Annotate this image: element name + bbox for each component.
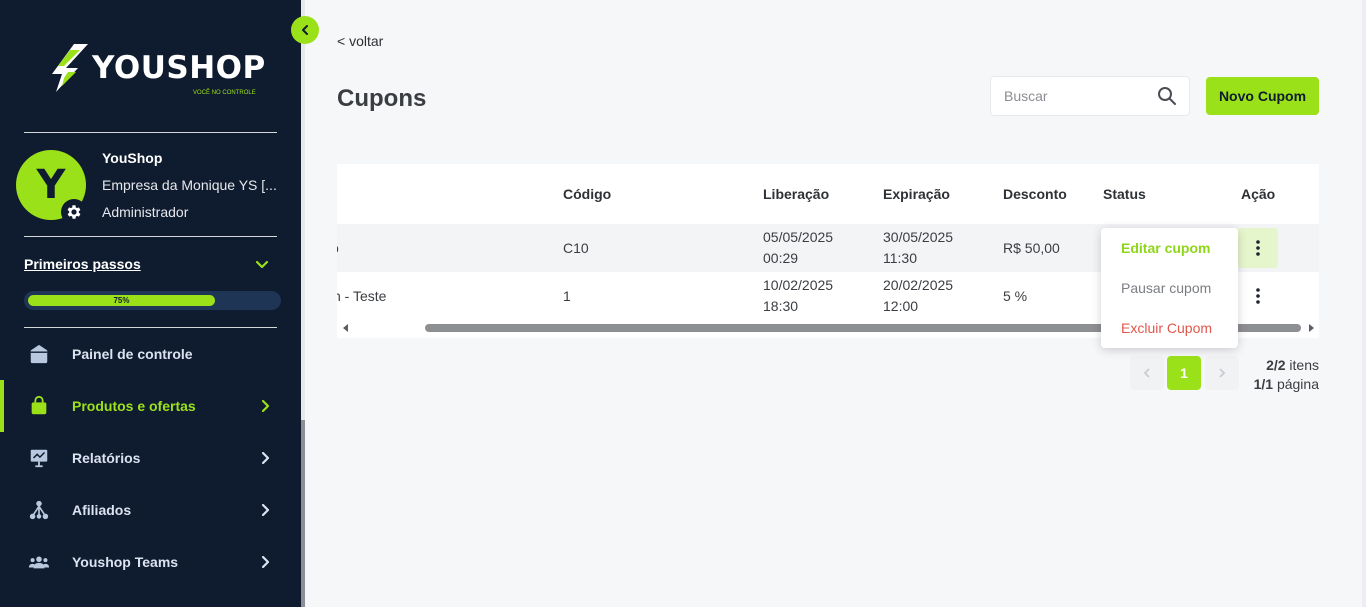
chevron-down-icon[interactable] (254, 257, 270, 273)
pagination-page-button[interactable]: 1 (1167, 356, 1201, 390)
release-date: 10/02/2025 (763, 277, 834, 293)
sidebar-item-afiliados[interactable]: Afiliados (0, 484, 301, 536)
row-actions-menu: Editar cupom Pausar cupom Excluir Cupom (1101, 228, 1238, 348)
sidebar-item-youshop-teams[interactable]: Youshop Teams (0, 536, 301, 588)
pages-count-line: 1/1 página (1254, 375, 1319, 394)
expiration-time: 11:30 (883, 250, 917, 266)
active-indicator (0, 380, 4, 432)
sidebar-item-relatorios[interactable]: Relatórios (0, 432, 301, 484)
pagination-prev-button[interactable] (1130, 356, 1164, 390)
divider (24, 236, 277, 237)
column-header-status[interactable]: Status (1103, 186, 1146, 202)
pages-count: 1/1 (1253, 376, 1274, 392)
more-vertical-icon (1256, 240, 1260, 256)
search-box (990, 76, 1190, 116)
release-time: 00:29 (763, 250, 799, 266)
sidebar-item-label: Relatórios (72, 450, 141, 466)
delete-coupon-menu-item[interactable]: Excluir Cupom (1121, 320, 1212, 336)
logo-text: YOUSHOP (92, 50, 266, 86)
progress-fill: 75% (28, 295, 215, 306)
progress-label: 75% (113, 296, 130, 305)
youshop-logo-mark-icon (52, 44, 88, 92)
discount-cell: R$ 50,00 (1003, 240, 1060, 256)
team-icon (27, 550, 51, 574)
expiration-time: 12:00 (883, 298, 919, 314)
sidebar-scrollbar-thumb[interactable] (301, 420, 305, 607)
items-count-line: 2/2 itens (1254, 356, 1319, 375)
chevron-right-icon (261, 399, 270, 413)
collapse-sidebar-button[interactable] (291, 16, 319, 44)
release-time: 18:30 (763, 298, 799, 314)
expiration-cell: 20/02/2025 12:00 (883, 275, 953, 317)
chevron-right-icon (261, 451, 270, 465)
affiliates-network-icon (27, 498, 51, 522)
chevron-left-icon (302, 25, 308, 35)
back-link[interactable]: < voltar (337, 33, 383, 49)
coupon-code-cell: C10 (563, 240, 589, 256)
pause-coupon-menu-item[interactable]: Pausar cupom (1121, 280, 1211, 296)
sidebar-item-label: Painel de controle (72, 346, 193, 362)
scroll-right-arrow-icon[interactable] (1306, 323, 1316, 333)
first-steps-toggle[interactable]: Primeiros passos (24, 256, 141, 272)
search-icon[interactable] (1157, 86, 1177, 106)
sidebar-item-label: Afiliados (72, 502, 132, 518)
items-label: itens (1285, 357, 1319, 373)
column-header-codigo[interactable]: Código (563, 186, 611, 202)
first-steps-progress: 75% (24, 291, 281, 310)
sidebar-item-produtos-e-ofertas[interactable]: Produtos e ofertas (0, 380, 301, 432)
avatar[interactable]: Y (16, 150, 87, 225)
coupon-name-cell: n - Teste (337, 288, 387, 304)
settings-gear-icon[interactable] (61, 199, 87, 225)
chevron-right-icon (261, 503, 270, 517)
release-date: 05/05/2025 (763, 229, 834, 245)
expiration-date: 20/02/2025 (883, 277, 954, 293)
items-count: 2/2 (1266, 357, 1286, 373)
youshop-logo[interactable]: YOUSHOP VOCÊ NO CONTROLE (48, 42, 266, 96)
pagination-info: 2/2 itens 1/1 página (1254, 356, 1319, 394)
shopping-bag-icon (27, 394, 51, 418)
dashboard-icon (27, 342, 51, 366)
discount-cell: 5 % (1003, 288, 1028, 304)
user-role: Administrador (102, 204, 189, 220)
chevron-left-icon (1143, 368, 1150, 378)
row-actions-button[interactable] (1238, 276, 1278, 316)
column-header-desconto[interactable]: Desconto (1003, 186, 1067, 202)
column-header-liberacao[interactable]: Liberação (763, 186, 829, 202)
pagination-next-button[interactable] (1205, 356, 1239, 390)
new-coupon-button[interactable]: Novo Cupom (1206, 77, 1319, 115)
edit-coupon-menu-item[interactable]: Editar cupom (1121, 240, 1210, 256)
logo-tagline: VOCÊ NO CONTROLE (193, 90, 256, 96)
page-scrollbar[interactable] (1362, 0, 1366, 607)
chevron-right-icon (1219, 368, 1226, 378)
pages-label: página (1273, 376, 1319, 392)
chevron-right-icon (261, 555, 270, 569)
sidebar: YOUSHOP VOCÊ NO CONTROLE Y YouShop Empre… (0, 0, 301, 607)
expiration-date: 30/05/2025 (883, 229, 954, 245)
release-cell: 10/02/2025 18:30 (763, 275, 833, 317)
divider (24, 132, 277, 133)
user-name: YouShop (102, 150, 163, 166)
gear-icon (67, 205, 81, 219)
scroll-left-arrow-icon[interactable] (341, 323, 351, 333)
release-cell: 05/05/2025 00:29 (763, 227, 833, 269)
column-header-expiracao[interactable]: Expiração (883, 186, 950, 202)
page-title: Cupons (337, 85, 427, 112)
user-company: Empresa da Monique YS [... (102, 177, 277, 193)
avatar-initial: Y (36, 162, 66, 208)
sidebar-item-label: Youshop Teams (72, 554, 179, 570)
expiration-cell: 30/05/2025 11:30 (883, 227, 953, 269)
coupon-code-cell: 1 (563, 288, 571, 304)
sidebar-item-painel-de-controle[interactable]: Painel de controle (0, 328, 301, 380)
report-board-icon (27, 446, 51, 470)
column-header-acao: Ação (1241, 186, 1276, 202)
coupon-name-cell: o (337, 238, 339, 259)
more-vertical-icon (1256, 288, 1260, 304)
sidebar-item-label: Produtos e ofertas (72, 398, 196, 414)
search-input[interactable] (992, 78, 1152, 114)
row-actions-button[interactable] (1238, 228, 1278, 268)
